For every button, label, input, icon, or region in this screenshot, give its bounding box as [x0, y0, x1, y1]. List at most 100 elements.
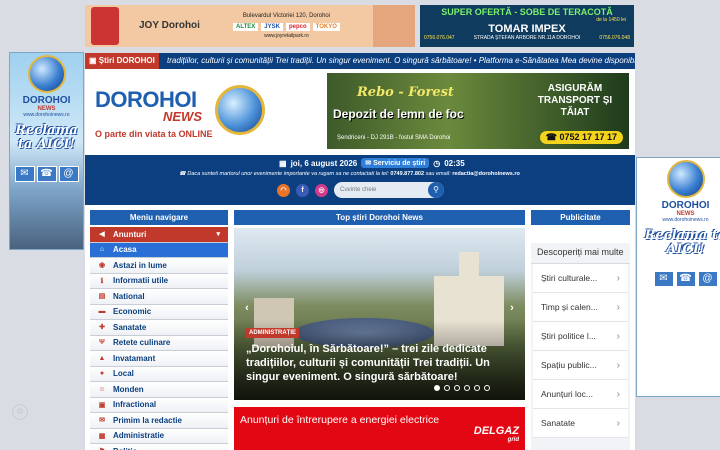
news-ticker[interactable]: ▣ Știri DOROHOI tradițiilor, culturii și…	[85, 53, 635, 69]
shopping-bags-image	[91, 7, 119, 45]
menu-item-politic[interactable]: ⚑Politic	[90, 444, 228, 450]
chevron-right-icon[interactable]: ›	[505, 302, 519, 320]
settings-icon[interactable]: ⚙	[12, 404, 28, 420]
chevron-right-icon: ›	[616, 359, 620, 371]
store-logo: JYSK	[261, 23, 283, 31]
ticker-text[interactable]: tradițiilor, culturii și comunității Tre…	[167, 53, 635, 69]
side-ad-brand: DOROHOI NEWS	[661, 200, 710, 217]
chevron-down-icon[interactable]: ▾	[216, 230, 220, 238]
discover-item[interactable]: Sanatate ›	[533, 409, 628, 438]
top-ad-tomar[interactable]: SUPER OFERTĂ - SOBE DE TERACOTĂ de la 14…	[420, 5, 634, 47]
menu-item-label: Infractional	[113, 400, 157, 410]
joy-url: www.joyretailpark.ro	[264, 33, 309, 39]
menu-item-retete-culinare[interactable]: Ψ Retete culinare	[90, 335, 228, 351]
menu-item-label: Primim la redactie	[113, 415, 182, 425]
phone-icon: ☎	[675, 271, 696, 287]
site-logo[interactable]: DOROHOI NEWS O parte din viata ta ONLINE	[95, 87, 213, 139]
pin-icon: ●	[99, 370, 105, 378]
utensils-icon: Ψ	[99, 339, 105, 347]
site-header: DOROHOI NEWS O parte din viata ta ONLINE…	[85, 69, 635, 159]
contact-phone[interactable]: 0749.877.802	[390, 171, 424, 177]
contact-email[interactable]: redactia@dorohoinews.ro	[452, 171, 520, 177]
delgaz-banner[interactable]: Anunțuri de întrerupere a energiei elect…	[234, 407, 525, 450]
discover-item-label: Spațiu public...	[541, 360, 597, 370]
instagram-icon[interactable]: ◎	[315, 183, 328, 197]
discover-item[interactable]: Știri politice l... ›	[533, 322, 628, 351]
discover-item[interactable]: Anunțuri loc... ›	[533, 380, 628, 409]
slider-dot[interactable]	[444, 385, 450, 391]
side-ad-brand: DOROHOI NEWS	[22, 95, 71, 112]
at-icon: @	[697, 271, 718, 287]
discover-item[interactable]: Spațiu public... ›	[533, 351, 628, 380]
slider-dot[interactable]	[484, 385, 490, 391]
logo-tagline: O parte din viata ta ONLINE	[95, 129, 213, 139]
menu-item-label: Retete culinare	[113, 338, 171, 348]
rebo-title: Depozit de lemn de foc	[333, 107, 464, 121]
discover-item[interactable]: Știri culturale... ›	[533, 264, 628, 293]
side-ad-url: www.dorohoinews.ro	[23, 112, 70, 118]
top-ad-joy[interactable]: JOY Dorohoi Bulevardul Victoriei 120, Do…	[85, 5, 415, 47]
search-input[interactable]: Cuvinte cheie ⚲	[334, 182, 444, 198]
slide-headline[interactable]: „Dorohoiul, în Sărbătoare!” – trei zile …	[246, 342, 514, 384]
menu-item-informatii-utile[interactable]: ℹ Informatii utile	[90, 273, 228, 289]
search-icon[interactable]: ⚲	[428, 182, 444, 198]
menu-item-local[interactable]: ● Local	[90, 366, 228, 382]
store-logo: pepco	[285, 23, 310, 31]
chevron-left-icon[interactable]: ‹	[240, 302, 254, 320]
advertising-title: Publicitate	[531, 210, 630, 225]
slider-dot[interactable]	[464, 385, 470, 391]
delgaz-logo: DELGAZ grid	[473, 425, 519, 444]
menu-item-monden[interactable]: ☺ Monden	[90, 382, 228, 398]
slide-category-badge[interactable]: ADMINISTRAȚIE	[246, 328, 299, 338]
chevron-right-icon: ›	[616, 272, 620, 284]
menu-item-label: Astazi in lume	[113, 260, 167, 270]
menu-item-astazi-in-lume[interactable]: ◉ Astazi in lume	[90, 258, 228, 274]
rebo-phone: ☎ 0752 17 17 17	[539, 131, 623, 144]
chevron-right-icon: ›	[616, 417, 620, 429]
menu-item-label: Economic	[113, 307, 152, 317]
header-ad-rebo-forest[interactable]: Rebo - Forest Depozit de lemn de foc Șen…	[327, 73, 629, 149]
rss-icon[interactable]: ◠	[277, 183, 290, 197]
discover-more-box: Descoperiți mai multe Știri culturale...…	[531, 243, 630, 450]
tomar-address: STRADA ȘTEFAN ARBORE NR.11A DOROHOI	[473, 35, 581, 41]
menu-item-label: Sanatate	[113, 322, 147, 332]
side-ad-cta: Reclama ta AICI!	[15, 123, 78, 152]
menu-item-label: Acasa	[113, 245, 137, 255]
menu-item-administratie[interactable]: ▦ Administratie	[90, 428, 228, 444]
megaphone-icon: ◀	[99, 231, 105, 239]
menu-item-national[interactable]: ▤ National	[90, 289, 228, 305]
menu-item-label: Informatii utile	[113, 276, 169, 286]
side-ad-url: www.dorohoinews.ro	[662, 217, 709, 223]
main-container: ▣ Știri DOROHOI tradițiilor, culturii și…	[85, 53, 635, 450]
menu-item-label: Invatamant	[113, 353, 156, 363]
home-icon: ⌂	[99, 246, 105, 254]
menu-item-invatamant[interactable]: ▲ Invatamant	[90, 351, 228, 367]
slider-dot[interactable]	[434, 385, 440, 391]
menu-item-sanatate[interactable]: ✚ Sanatate	[90, 320, 228, 336]
menu-item-infractional[interactable]: ▣ Infractional	[90, 397, 228, 413]
menu-item-acasa[interactable]: ⌂ Acasa	[90, 242, 228, 258]
discover-item[interactable]: Timp și calen... ›	[533, 293, 628, 322]
social-search-row: ◠ f ◎ Cuvinte cheie ⚲	[277, 182, 444, 198]
graduation-icon: ▲	[98, 354, 106, 362]
info-icon: ℹ	[100, 277, 104, 285]
globe-icon: ◉	[98, 262, 106, 270]
menu-item-primim-la-redactie[interactable]: ✉ Primim la redactie	[90, 413, 228, 429]
slider-dot[interactable]	[474, 385, 480, 391]
news-slider[interactable]: ‹ › ADMINISTRAȚIE „Dorohoiul, în Sărbăto…	[234, 228, 525, 400]
model-image	[373, 5, 415, 47]
globe-logo-icon	[666, 160, 705, 198]
slider-dots	[434, 385, 490, 391]
joy-stores: ALTEX JYSK pepco TOKYO	[200, 23, 373, 31]
menu-item-label: National	[113, 291, 145, 301]
phone-icon: ☎	[36, 166, 57, 182]
news-service-badge[interactable]: ✉ Serviciu de știri	[361, 158, 430, 168]
side-ad-right[interactable]: DOROHOI NEWS www.dorohoinews.ro Reclama t…	[636, 157, 720, 397]
facebook-icon[interactable]: f	[296, 183, 309, 197]
side-ad-left[interactable]: DOROHOI NEWS www.dorohoinews.ro Reclama t…	[9, 52, 84, 250]
health-icon: ✚	[99, 324, 105, 332]
tomar-brand: TOMAR IMPEX	[488, 23, 566, 35]
menu-item-economic[interactable]: ▬ Economic	[90, 304, 228, 320]
slider-dot[interactable]	[454, 385, 460, 391]
menu-item-anunturi[interactable]: ◀ Anunturi ▾	[90, 227, 228, 243]
